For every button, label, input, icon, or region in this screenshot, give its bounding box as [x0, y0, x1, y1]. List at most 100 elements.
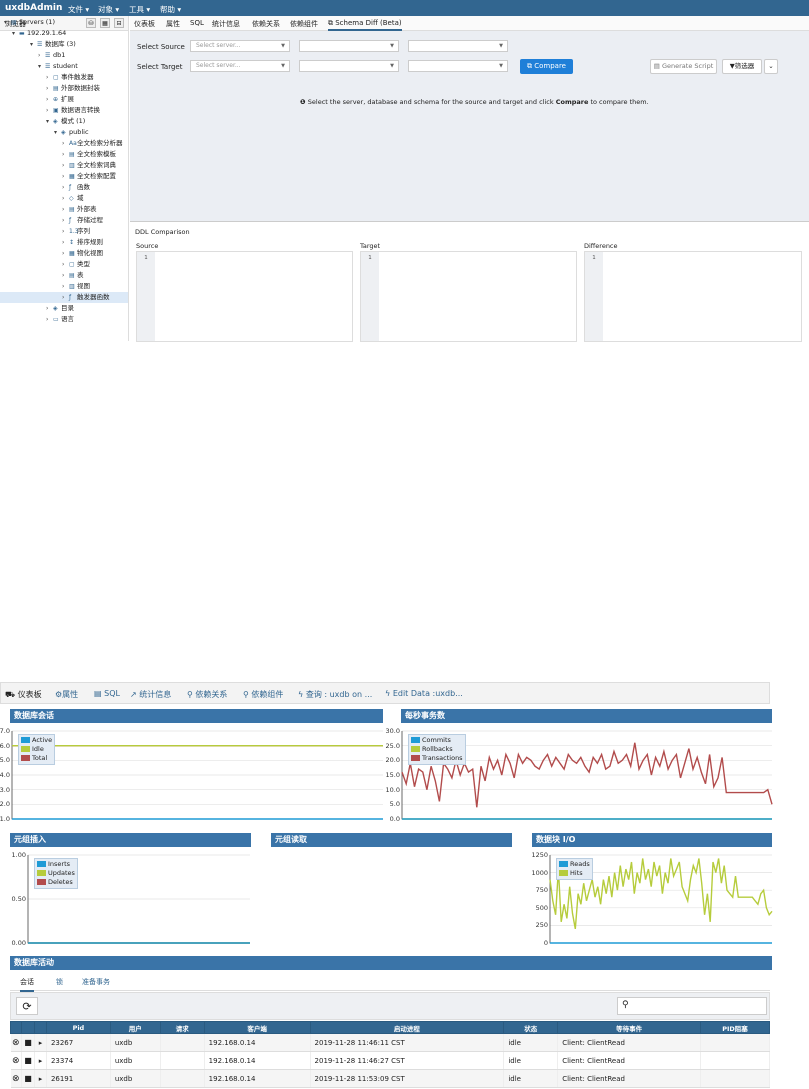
col-user[interactable]: 用户 [109, 1021, 161, 1034]
chevron-right-icon[interactable]: › [62, 237, 69, 248]
chevron-down-icon[interactable]: ▾ [4, 17, 11, 28]
chevron-right-icon[interactable]: › [46, 83, 53, 94]
expand-row-icon[interactable]: ▸ [34, 1051, 47, 1070]
chevron-right-icon[interactable]: › [46, 314, 53, 325]
col-client[interactable]: 客户端 [203, 1021, 311, 1034]
chevron-right-icon[interactable]: › [46, 105, 53, 116]
tab-sql[interactable]: SQL [190, 19, 204, 27]
chevron-right-icon[interactable]: › [62, 204, 69, 215]
chevron-right-icon[interactable]: › [62, 292, 69, 303]
subtab-locks[interactable]: 锁 [56, 977, 63, 987]
tree-item[interactable]: › ▤ 外部数据封装 [0, 83, 128, 94]
cancel-query-icon[interactable]: ■ [21, 1033, 35, 1052]
search-input[interactable] [634, 1000, 762, 1013]
tree-item[interactable]: › ▤ 全文检索模板 [0, 149, 128, 160]
tree-item[interactable]: ▾ ▤ Servers (1) [0, 17, 128, 28]
dtab-sql[interactable]: ▤ SQL [94, 689, 120, 698]
terminate-icon[interactable]: ⊗ [10, 1033, 22, 1052]
chevron-right-icon[interactable]: › [46, 94, 53, 105]
dtab-properties[interactable]: ⚙属性 [55, 689, 78, 700]
tree-item[interactable]: › ◈ 目录 [0, 303, 128, 314]
dtab-edit-data[interactable]: ϟ Edit Data :uxdb... [385, 689, 463, 698]
source-server-select[interactable]: Select server... ▼ [190, 40, 290, 52]
ddl-difference-editor[interactable]: 1 [584, 251, 802, 342]
dtab-query[interactable]: ϟ 查询 : uxdb on ... [298, 689, 372, 700]
target-schema-select[interactable]: ▼ [408, 60, 508, 72]
tab-dashboard[interactable]: 仪表板 [134, 19, 155, 29]
tree-item[interactable]: › ƒ 触发器函数 [0, 292, 128, 303]
chevron-right-icon[interactable]: › [38, 50, 45, 61]
menu-file[interactable]: 文件 ▾ [68, 4, 89, 15]
compare-button[interactable]: ⧉ Compare [520, 59, 573, 74]
tree-item[interactable]: › 1.3序列 [0, 226, 128, 237]
chevron-right-icon[interactable]: › [46, 303, 53, 314]
chevron-right-icon[interactable]: › [62, 138, 69, 149]
tree-item[interactable]: › ▦ 物化视图 [0, 248, 128, 259]
ddl-target-editor[interactable]: 1 [360, 251, 577, 342]
ddl-source-editor[interactable]: 1 [136, 251, 353, 342]
chevron-right-icon[interactable]: › [62, 171, 69, 182]
chevron-right-icon[interactable]: › [62, 270, 69, 281]
dtab-dependents[interactable]: ⚲ 依赖组件 [243, 689, 283, 700]
dtab-dependencies[interactable]: ⚲ 依赖关系 [187, 689, 227, 700]
terminate-icon[interactable]: ⊗ [10, 1051, 22, 1070]
tab-dependencies[interactable]: 依赖关系 [252, 19, 280, 29]
chevron-right-icon[interactable]: › [46, 72, 53, 83]
subtab-sessions[interactable]: 会话 [20, 977, 34, 992]
filter-button[interactable]: ▼筛选器 [722, 59, 762, 74]
terminate-icon[interactable]: ⊗ [10, 1069, 22, 1088]
chevron-right-icon[interactable]: › [62, 160, 69, 171]
tree-item[interactable]: › ◇ 域 [0, 193, 128, 204]
tree-item[interactable]: › ▦ 全文检索配置 [0, 171, 128, 182]
col-request[interactable]: 请求 [159, 1021, 205, 1034]
chevron-right-icon[interactable]: › [62, 248, 69, 259]
source-schema-select[interactable]: ▼ [408, 40, 508, 52]
tree-item[interactable]: › Aa全文检索分析器 [0, 138, 128, 149]
tree-item[interactable]: ▾ ▬ 192.29.1.64 [0, 28, 128, 39]
refresh-button[interactable]: ⟳ [16, 997, 38, 1015]
chevron-right-icon[interactable]: › [62, 226, 69, 237]
chevron-down-icon[interactable]: ▾ [46, 116, 53, 127]
table-row[interactable]: ⊗ ■ ▸ 26191 uxdb 192.168.0.14 2019-11-28 11:53… [10, 1069, 770, 1088]
chevron-down-icon[interactable]: ▾ [12, 28, 19, 39]
tree-item[interactable]: › ▤ 外部表 [0, 204, 128, 215]
tab-schema-diff[interactable]: ⧉ Schema Diff (Beta) [328, 19, 402, 31]
tree-item[interactable]: › ▣ 数据语言转换 [0, 105, 128, 116]
expand-row-icon[interactable]: ▸ [34, 1069, 47, 1088]
tab-dependents[interactable]: 依赖组件 [290, 19, 318, 29]
table-row[interactable]: ⊗ ■ ▸ 23267 uxdb 192.168.0.14 2019-11-28 11:46… [10, 1033, 770, 1052]
tree-item[interactable]: › ▤ 表 [0, 270, 128, 281]
chevron-right-icon[interactable]: › [62, 182, 69, 193]
tree-item[interactable]: › ƒ 函数 [0, 182, 128, 193]
source-database-select[interactable]: ▼ [299, 40, 399, 52]
menu-help[interactable]: 帮助 ▾ [160, 4, 181, 15]
tree-item[interactable]: › ☰ db1 [0, 50, 128, 61]
generate-script-button[interactable]: ▤ Generate Script [650, 59, 717, 74]
activity-search[interactable]: ⚲ [617, 997, 767, 1015]
expand-row-icon[interactable]: ▸ [34, 1033, 47, 1052]
tree-item[interactable]: › ▭ 语言 [0, 314, 128, 325]
col-wait-event[interactable]: 等待事件 [557, 1021, 702, 1034]
chevron-right-icon[interactable]: › [62, 149, 69, 160]
chevron-down-icon[interactable]: ▾ [38, 61, 45, 72]
filter-dropdown-button[interactable]: ⌄ [764, 59, 778, 74]
table-row[interactable]: ⊗ ■ ▸ 23374 uxdb 192.168.0.14 2019-11-28 11:46… [10, 1051, 770, 1070]
dtab-statistics[interactable]: ↗ 统计信息 [130, 689, 171, 700]
tree-item[interactable]: › ▥ 全文检索词典 [0, 160, 128, 171]
menu-tools[interactable]: 工具 ▾ [129, 4, 150, 15]
tab-properties[interactable]: 属性 [166, 19, 180, 29]
tree-item[interactable]: ▾ ◈ 模式 (1) [0, 116, 128, 127]
target-database-select[interactable]: ▼ [299, 60, 399, 72]
col-pid[interactable]: Pid [45, 1021, 111, 1034]
chevron-right-icon[interactable]: › [62, 281, 69, 292]
target-server-select[interactable]: Select server... ▼ [190, 60, 290, 72]
cancel-query-icon[interactable]: ■ [21, 1051, 35, 1070]
tree-item[interactable]: › ▢ 事件触发器 [0, 72, 128, 83]
col-backend-start[interactable]: 启动进程 [309, 1021, 505, 1034]
tree-item[interactable]: › ↕ 排序规则 [0, 237, 128, 248]
chevron-right-icon[interactable]: › [62, 259, 69, 270]
tree-item[interactable]: ▾ ◈ public [0, 127, 128, 138]
tab-statistics[interactable]: 统计信息 [212, 19, 240, 29]
chevron-right-icon[interactable]: › [62, 215, 69, 226]
tree-item[interactable]: › ▢ 类型 [0, 259, 128, 270]
